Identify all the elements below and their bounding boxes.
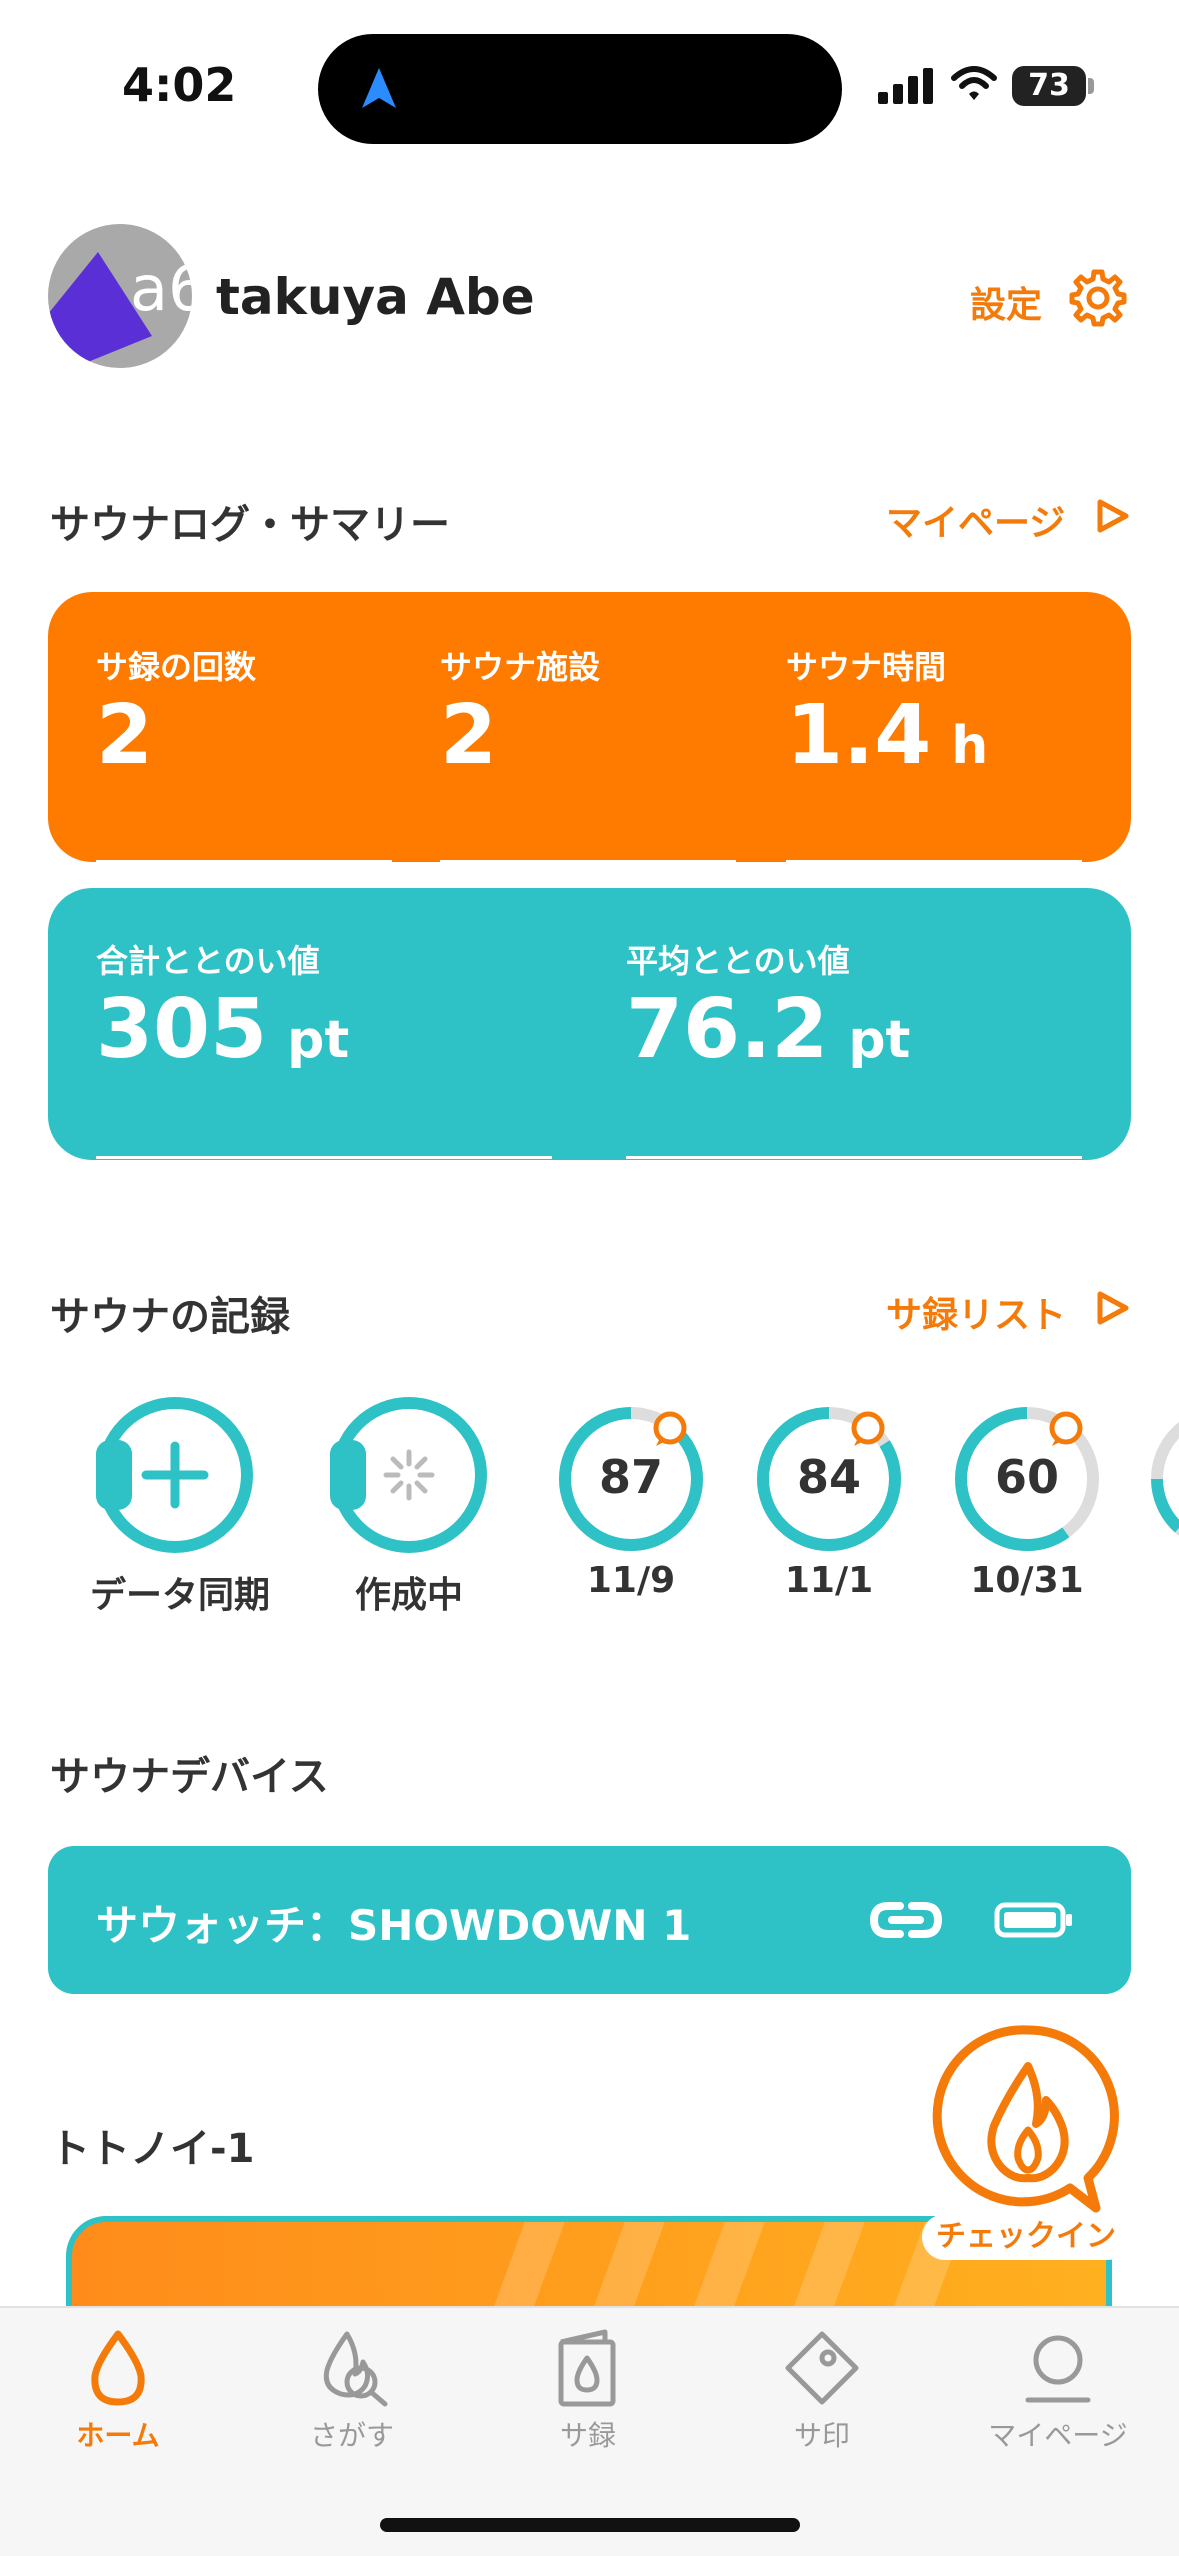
- tab-label: サ録: [559, 2419, 616, 2452]
- record-date: 11/1: [784, 1560, 874, 1601]
- creating-label: 作成中: [354, 1575, 463, 1616]
- comment-badge-icon: [653, 1411, 687, 1445]
- device-name: サウォッチ：SHOWDOWN 1: [96, 1901, 692, 1950]
- stat-value: 2: [96, 688, 154, 783]
- record-ring[interactable]: 84 11/1: [754, 1404, 904, 1624]
- play-arrow-icon[interactable]: [1094, 1290, 1130, 1326]
- creating-record: 作成中: [328, 1394, 490, 1624]
- stat-total-totonoi: 合計ととのい値 305 pt: [96, 936, 552, 1159]
- book-drop-icon: [558, 2329, 616, 2407]
- record-ring[interactable]: 87 11/9: [556, 1404, 706, 1624]
- status-time: 4:02: [122, 58, 237, 112]
- drop-icon: [91, 2330, 145, 2406]
- record-date: 11/9: [586, 1560, 676, 1601]
- person-icon: [1025, 2335, 1091, 2403]
- record-ring[interactable]: 60 10/31: [952, 1404, 1102, 1624]
- stat-label: サ録の回数: [96, 648, 257, 686]
- stat-sauna-time: サウナ時間 1.4 h: [786, 642, 1082, 863]
- device-card[interactable]: サウォッチ：SHOWDOWN 1: [48, 1846, 1131, 1994]
- stat-unit: h: [951, 716, 989, 776]
- data-sync-button[interactable]: データ同期: [90, 1394, 271, 1624]
- wifi-icon: [951, 66, 997, 100]
- dynamic-island: [318, 34, 842, 144]
- stat-value: 2: [440, 688, 498, 783]
- home-indicator: [380, 2518, 800, 2532]
- tab-mypage[interactable]: マイページ: [958, 2328, 1158, 2468]
- creating-ring-icon: [330, 1397, 487, 1553]
- battery-percent: 73: [1028, 68, 1070, 103]
- stat-label: サウナ時間: [786, 648, 947, 686]
- tab-label: さがす: [309, 2419, 394, 2452]
- stat-unit: pt: [287, 1010, 350, 1070]
- record-date: 10/31: [970, 1560, 1084, 1601]
- status-indicators: 73: [876, 62, 1096, 112]
- navigation-arrow-icon: [362, 68, 396, 108]
- comment-badge-icon: [1049, 1411, 1083, 1445]
- record-score: 87: [598, 1450, 663, 1504]
- gear-icon[interactable]: [1068, 268, 1128, 328]
- tab-stamp[interactable]: サ印: [722, 2328, 922, 2468]
- device-title: サウナデバイス: [50, 1754, 329, 1800]
- stat-sessions: サ録の回数 2: [96, 642, 392, 863]
- tab-search[interactable]: さがす: [252, 2328, 452, 2468]
- summary-card: サ録の回数 2 サウナ施設 2 サウナ時間 1.4 h: [48, 592, 1131, 863]
- totonoi-card: 合計ととのい値 305 pt 平均ととのい値 76.2 pt: [48, 888, 1131, 1160]
- cellular-signal-icon: [878, 68, 933, 104]
- battery-indicator: 73: [1012, 66, 1094, 106]
- record-score: 84: [796, 1450, 861, 1504]
- stat-label: 平均ととのい値: [626, 942, 850, 980]
- stat-unit: pt: [848, 1010, 911, 1070]
- stat-facilities: サウナ施設 2: [440, 642, 736, 863]
- user-name: takuya Abe: [216, 268, 535, 326]
- tab-label: サ印: [793, 2419, 850, 2452]
- stat-label: 合計ととのい値: [96, 942, 320, 980]
- tab-label: マイページ: [988, 2419, 1128, 2452]
- stat-average-totonoi: 平均ととのい値 76.2 pt: [626, 936, 1082, 1159]
- records-title: サウナの記録: [50, 1294, 290, 1340]
- avatar[interactable]: a6: [48, 224, 192, 368]
- record-score: 60: [994, 1450, 1059, 1504]
- stat-label: サウナ施設: [440, 648, 601, 686]
- stat-value: 305: [96, 982, 268, 1077]
- sync-label: データ同期: [90, 1575, 271, 1616]
- sync-ring-icon: [96, 1397, 253, 1553]
- stamp-icon: [785, 2331, 859, 2405]
- link-icon: [869, 1902, 943, 1938]
- record-list-link[interactable]: サ録リスト: [886, 1286, 1066, 1338]
- tab-records[interactable]: サ録: [488, 2328, 688, 2468]
- avatar-text: a6: [130, 252, 192, 325]
- settings-link[interactable]: 設定: [970, 276, 1042, 328]
- totonoi-section-title: トトノイ-1: [50, 2126, 255, 2172]
- checkin-label[interactable]: チェックイン: [922, 2214, 1130, 2260]
- battery-full-icon: [994, 1902, 1072, 1938]
- stat-value: 76.2: [626, 982, 829, 1077]
- tab-home[interactable]: ホーム: [18, 2328, 218, 2468]
- mypage-link[interactable]: マイページ: [886, 494, 1065, 546]
- comment-badge-icon: [851, 1411, 885, 1445]
- play-arrow-icon[interactable]: [1094, 498, 1130, 534]
- stat-value: 1.4: [786, 688, 932, 783]
- summary-title: サウナログ・サマリー: [50, 502, 450, 548]
- fire-search-icon: [323, 2331, 388, 2407]
- tab-label: ホーム: [76, 2419, 160, 2452]
- record-ring-partial[interactable]: [1148, 1404, 1179, 1554]
